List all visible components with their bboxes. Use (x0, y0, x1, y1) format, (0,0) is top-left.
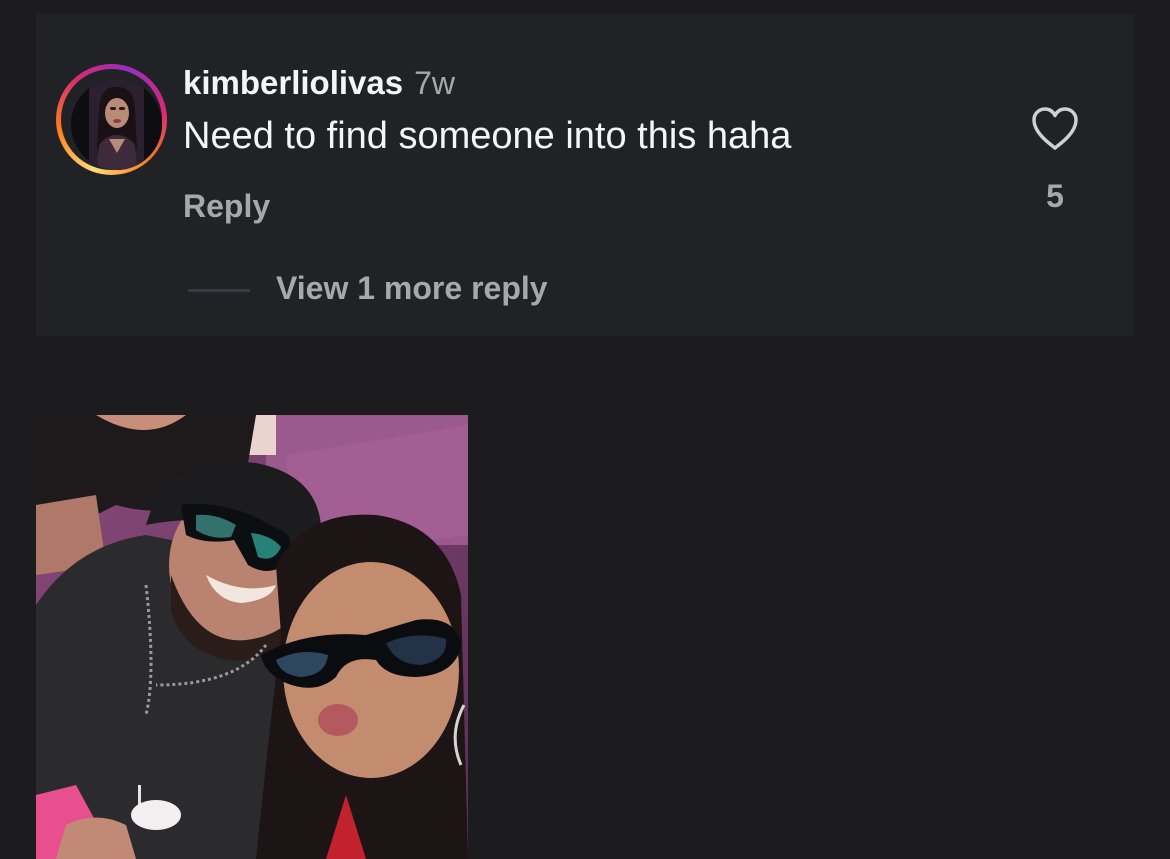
heart-outline-icon (1032, 107, 1078, 150)
like-button[interactable] (1030, 106, 1080, 152)
avatar[interactable] (71, 79, 162, 170)
top-strip (0, 0, 1170, 14)
like-count: 5 (1046, 178, 1064, 214)
avatar-image (71, 79, 162, 170)
photo-image (36, 415, 468, 859)
view-more-replies-button[interactable]: View 1 more reply (276, 270, 548, 307)
comment-text: Need to find someone into this haha (183, 115, 792, 157)
comment-header: kimberliolivas 7w (183, 64, 455, 104)
view-replies-divider (188, 289, 250, 292)
avatar-story-ring[interactable] (56, 64, 167, 175)
username[interactable]: kimberliolivas (183, 64, 403, 102)
selfie-photo[interactable] (36, 415, 468, 859)
timestamp: 7w (414, 65, 456, 101)
reply-button[interactable]: Reply (183, 188, 270, 225)
comment-card (36, 14, 1134, 336)
